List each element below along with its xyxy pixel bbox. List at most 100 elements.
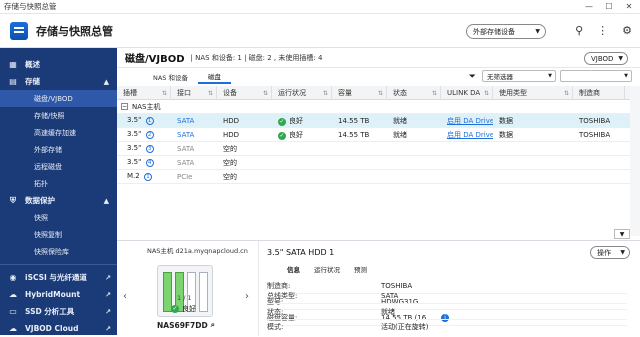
sidebar-item-label: 快照保险库: [34, 247, 69, 256]
property-row: 状态: 就绪: [267, 304, 627, 320]
sort-icon: ⇅: [563, 89, 569, 97]
action-button[interactable]: 操作 ▼: [590, 246, 630, 259]
sidebar-link-vjbod-cloud[interactable]: ☁ VJBOD Cloud ↗: [0, 320, 117, 337]
sidebar-item-storage-snapshots[interactable]: 存储/快照: [0, 107, 117, 124]
vjbod-button[interactable]: VJBOD ▼: [584, 52, 628, 65]
tab-nas-devices[interactable]: NAS 和设备: [143, 70, 198, 84]
group-label: NAS主机: [132, 102, 161, 111]
device-health-label: 良好: [182, 305, 196, 313]
col-usage[interactable]: 使用类型 ⇅: [493, 86, 573, 100]
chevron-down-icon: ▼: [618, 55, 623, 62]
health: 良好: [289, 116, 303, 125]
sort-icon: ⇅: [322, 89, 328, 97]
col-capacity[interactable]: 容量 ⇅: [332, 86, 387, 100]
table-row[interactable]: 3.5" 3 SATA 空的: [117, 142, 630, 156]
group-row-nas-host[interactable]: − NAS主机: [117, 100, 630, 114]
manufacturer: TOSHIBA: [579, 130, 611, 139]
property-value: 就绪: [381, 307, 395, 316]
table-row[interactable]: 3.5" 1 SATA HDD ✓ 良好 14.55 TB 就绪 启用 DA Dr…: [117, 114, 630, 128]
device-type: 空的: [223, 172, 237, 181]
table-header: 插槽 ⇅ 接口 ⇅ 设备 ⇅ 运行状况 ⇅ 容量 ⇅ 状态 ⇅ ULINK DA ⇅ 使用类型…: [117, 86, 630, 100]
col-ulink[interactable]: ULINK DA ⇅: [441, 86, 493, 100]
check-icon: ✓: [171, 305, 179, 313]
sidebar-item-label: 外部存储: [34, 145, 62, 154]
search-tools-icon[interactable]: ⚲: [575, 24, 583, 37]
table-scrollbar[interactable]: [630, 86, 640, 236]
sidebar-item-topology[interactable]: 拓扑: [0, 175, 117, 192]
col-status[interactable]: 状态 ⇅: [387, 86, 441, 100]
property-key: 总线类型:: [267, 291, 298, 300]
filter-select[interactable]: 无筛选器 ▼: [482, 70, 556, 82]
sidebar-item-label: 远程磁盘: [34, 162, 62, 171]
sidebar-item-storage[interactable]: ▤ 存储 ▲: [0, 73, 117, 90]
chevron-up-icon: ▲: [103, 196, 109, 205]
capacity: 14.55 TB: [338, 116, 370, 125]
table-row[interactable]: 3.5" 4 SATA 空的: [117, 156, 630, 170]
sidebar-divider: [0, 264, 117, 265]
sidebar-item-cache[interactable]: 高速缓存加速: [0, 124, 117, 141]
sidebar-item-overview[interactable]: ▦ 概述: [0, 56, 117, 73]
tab-prediction[interactable]: 预测: [354, 264, 367, 274]
chevron-down-icon: ▼: [624, 73, 628, 79]
tab-health[interactable]: 运行状况: [314, 264, 340, 274]
sidebar-item-label: 快照: [34, 213, 48, 222]
gear-icon[interactable]: ⚙: [622, 24, 632, 37]
sidebar-item-label: 存储: [25, 77, 40, 86]
enable-da-link[interactable]: 启用 DA Drive Analyzer: [441, 116, 493, 126]
sidebar-link-ssd-profiling[interactable]: ▭ SSD 分析工具 ↗: [0, 303, 117, 320]
sidebar-item-disks-vjbod[interactable]: 磁盘/VJBOD: [0, 90, 117, 107]
filter-icon[interactable]: ⏷: [469, 72, 476, 82]
property-list-cont: 总线类型: SATA 状态: 就绪 模式: 活动(正在旋转): [267, 288, 627, 334]
sort-icon: ⇅: [161, 89, 167, 97]
table-row[interactable]: 3.5" 2 SATA HDD ✓ 良好 14.55 TB 就绪 启用 DA Dr…: [117, 128, 630, 142]
page-summary: | NAS 和设备: 1 | 磁盘: 2 , 未使用插槽: 4: [190, 53, 323, 62]
col-device[interactable]: 设备 ⇅: [217, 86, 272, 100]
collapse-icon[interactable]: −: [121, 103, 128, 110]
col-label: 运行状况: [278, 89, 306, 97]
slot-number: 1: [145, 117, 154, 125]
vjbod-cloud-icon: ☁: [9, 324, 17, 333]
slot-number: 2: [145, 131, 154, 139]
sidebar-item-label: 数据保护: [25, 196, 55, 205]
col-slot[interactable]: 插槽 ⇅: [117, 86, 171, 100]
col-label: 插槽: [123, 89, 137, 97]
enable-da-link[interactable]: 启用 DA Drive Analyzer: [441, 130, 493, 140]
sidebar-item-external[interactable]: 外部存储: [0, 141, 117, 158]
sidebar-item-data-protection[interactable]: ⛨ 数据保护 ▲: [0, 192, 117, 209]
sidebar-item-remote-disk[interactable]: 远程磁盘: [0, 158, 117, 175]
interface: SATA: [177, 144, 195, 153]
disk-title: 3.5" SATA HDD 1: [267, 248, 335, 257]
device-type: 空的: [223, 144, 237, 153]
maximize-icon[interactable]: ☐: [602, 2, 616, 12]
sort-icon: ⇅: [431, 89, 437, 97]
close-icon[interactable]: ✕: [622, 2, 636, 12]
external-storage-button[interactable]: 外部存储设备 ▼: [466, 24, 546, 39]
sidebar-item-snapshot[interactable]: 快照: [0, 209, 117, 226]
col-interface[interactable]: 接口 ⇅: [171, 86, 217, 100]
sidebar-item-label: 存储/快照: [34, 111, 65, 120]
sidebar-item-snapshot-replica[interactable]: 快照复制: [0, 226, 117, 243]
collapse-panel-button[interactable]: ▼: [614, 229, 630, 239]
table-row[interactable]: M.2 1 PCIe 空的: [117, 170, 630, 184]
page-header: 磁盘/VJBOD | NAS 和设备: 1 | 磁盘: 2 , 未使用插槽: 4: [117, 48, 640, 68]
sidebar-link-iscsi[interactable]: ◉ iSCSI 与光纤通道 ↗: [0, 269, 117, 286]
sidebar-item-snapshot-vault[interactable]: 快照保险库: [0, 243, 117, 260]
slot-number: 4: [145, 159, 154, 167]
cloud-icon: ☁: [9, 290, 17, 299]
host-name: NAS主机 d21a.myqnapcloud.cn: [147, 247, 248, 255]
manufacturer: TOSHIBA: [579, 116, 611, 125]
storage-icon: ▤: [9, 77, 17, 86]
sidebar-item-label: iSCSI 与光纤通道: [25, 273, 87, 282]
tab-disks[interactable]: 磁盘: [198, 70, 232, 84]
app-title: 存储与快照总管: [36, 24, 113, 38]
col-maker[interactable]: 制造商: [573, 86, 625, 100]
secondary-filter-select[interactable]: ▼: [560, 70, 632, 82]
col-health[interactable]: 运行状况 ⇅: [272, 86, 332, 100]
tab-info[interactable]: 信息: [287, 264, 300, 274]
minimize-icon[interactable]: —: [582, 2, 596, 12]
sidebar-link-hybridmount[interactable]: ☁ HybridMount ↗: [0, 286, 117, 303]
external-link-icon: ↗: [105, 307, 111, 316]
detail-tabs: 信息 运行状况 预测: [287, 264, 367, 274]
more-icon[interactable]: ⋮: [597, 24, 608, 37]
external-link-icon: ↗: [105, 290, 111, 299]
